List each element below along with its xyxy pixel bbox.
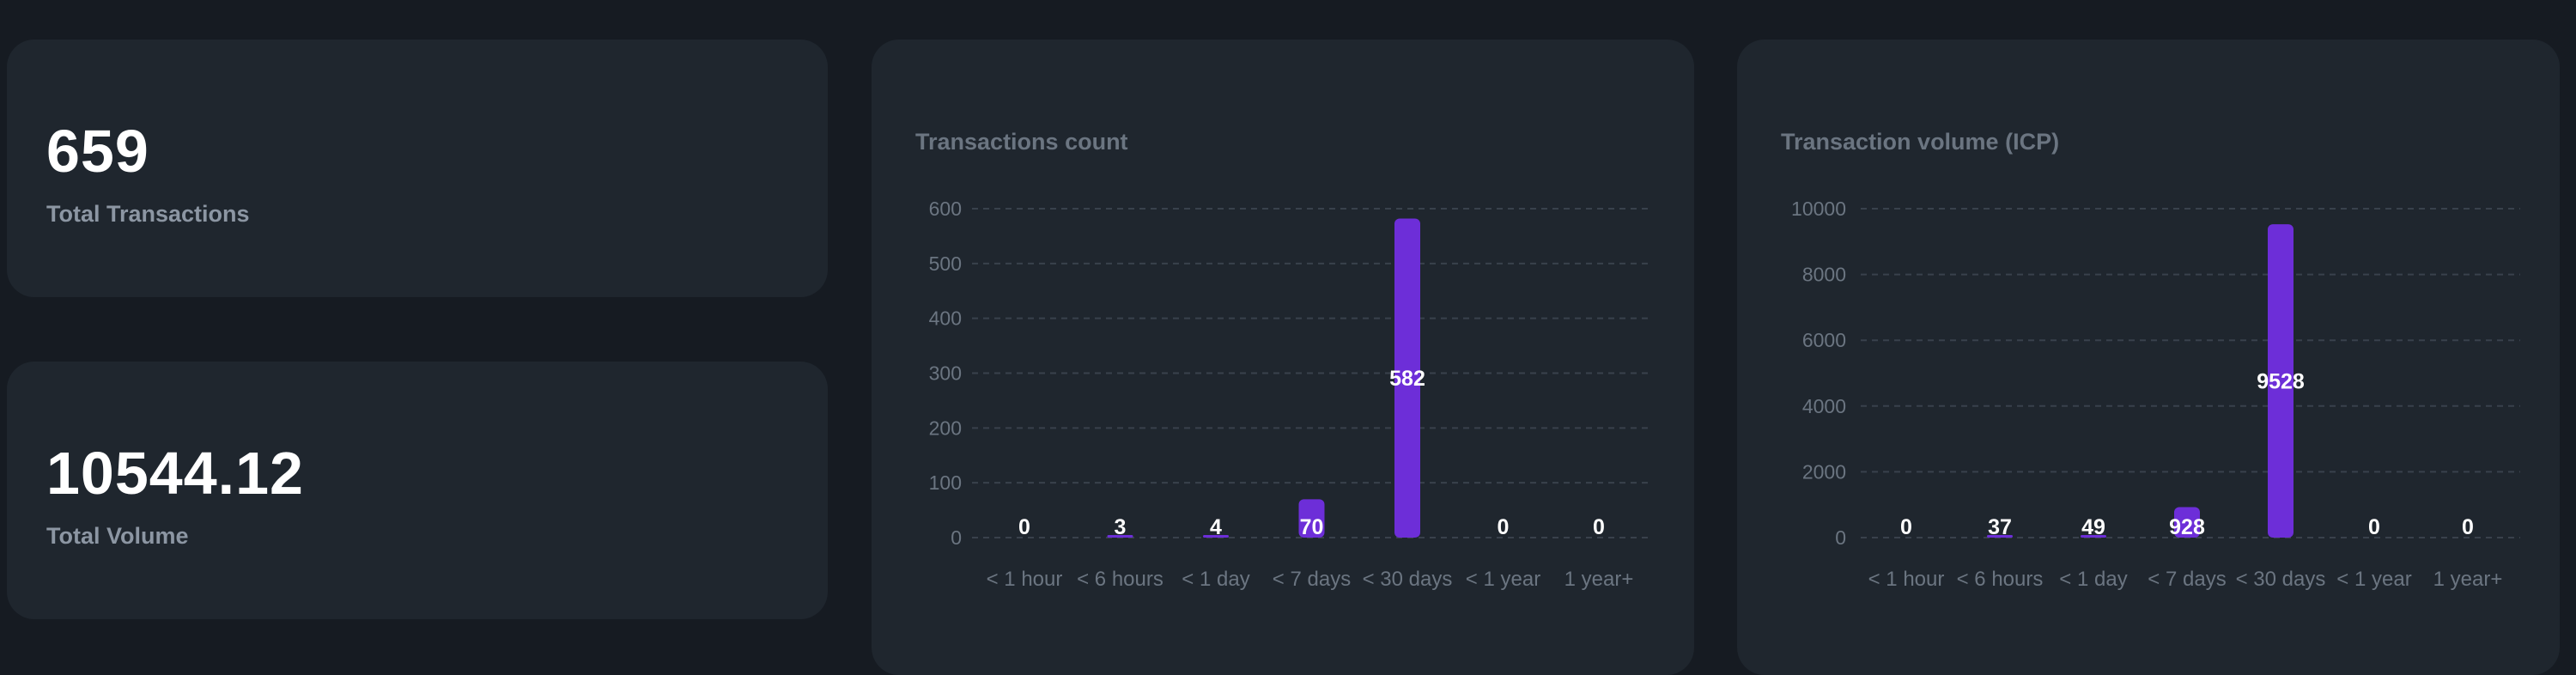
y-tick-label: 400 (929, 307, 962, 330)
data-label: 0 (2368, 515, 2380, 539)
y-tick-label: 4000 (1802, 395, 1846, 417)
data-label: 49 (2081, 515, 2105, 539)
y-tick-label: 10000 (1791, 198, 1846, 220)
x-tick-label: < 30 days (2236, 568, 2326, 591)
data-label: 4 (1210, 515, 1222, 539)
x-tick-label: < 30 days (1363, 568, 1453, 591)
total-volume-value: 10544.12 (46, 440, 304, 507)
data-label: 582 (1389, 367, 1425, 391)
total-volume-card: 10544.12 Total Volume (7, 362, 828, 619)
data-label: 0 (1018, 515, 1030, 539)
x-tick-label: < 1 day (2059, 568, 2127, 591)
y-tick-label: 100 (929, 471, 962, 494)
x-tick-label: < 6 hours (1957, 568, 2044, 591)
y-tick-label: 0 (951, 526, 962, 549)
total-transactions-card: 659 Total Transactions (7, 40, 828, 297)
transaction-volume-chart: 0 2000 4000 6000 8000 10000 0 < 1 hour 37 < 6 hou… (1791, 198, 2520, 591)
y-tick-label: 2000 (1802, 460, 1846, 483)
data-label: 3 (1115, 515, 1127, 539)
x-tick-label: < 1 year (2336, 568, 2411, 591)
x-tick-label: < 1 hour (987, 568, 1063, 591)
data-label: 0 (1593, 515, 1605, 539)
x-tick-label: < 1 hour (1868, 568, 1945, 591)
y-tick-label: 8000 (1802, 264, 1846, 286)
x-tick-label: < 1 year (1466, 568, 1540, 591)
total-transactions-value: 659 (46, 118, 149, 185)
y-tick-label: 6000 (1802, 329, 1846, 351)
x-tick-label: < 1 day (1182, 568, 1249, 591)
data-label: 0 (1900, 515, 1912, 539)
transaction-volume-chart-card: Transaction volume (ICP) 0 2000 4000 6000 80… (1737, 40, 2560, 675)
data-label: 9528 (2257, 370, 2305, 394)
data-label: 37 (1988, 515, 2012, 539)
y-tick-label: 200 (929, 417, 962, 439)
data-label: 0 (1498, 515, 1510, 539)
data-label: 70 (1300, 515, 1324, 539)
x-tick-label: < 7 days (2148, 568, 2226, 591)
y-tick-label: 600 (929, 198, 962, 220)
y-tick-label: 300 (929, 362, 962, 385)
y-tick-label: 500 (929, 252, 962, 275)
data-label: 928 (2169, 515, 2205, 539)
data-label: 0 (2462, 515, 2474, 539)
x-tick-label: 1 year+ (1564, 568, 1634, 591)
total-volume-label: Total Volume (46, 523, 189, 549)
y-tick-label: 0 (1835, 526, 1846, 549)
x-tick-label: < 7 days (1273, 568, 1351, 591)
total-transactions-label: Total Transactions (46, 201, 250, 227)
transactions-count-chart: 0 100 200 300 400 500 600 0 < 1 hour 3 < 6 hours 4 <… (929, 198, 1649, 591)
transactions-count-chart-card: Transactions count 0 100 200 300 400 500 600 0 <… (872, 40, 1694, 675)
x-tick-label: < 6 hours (1077, 568, 1163, 591)
x-tick-label: 1 year+ (2433, 568, 2503, 591)
